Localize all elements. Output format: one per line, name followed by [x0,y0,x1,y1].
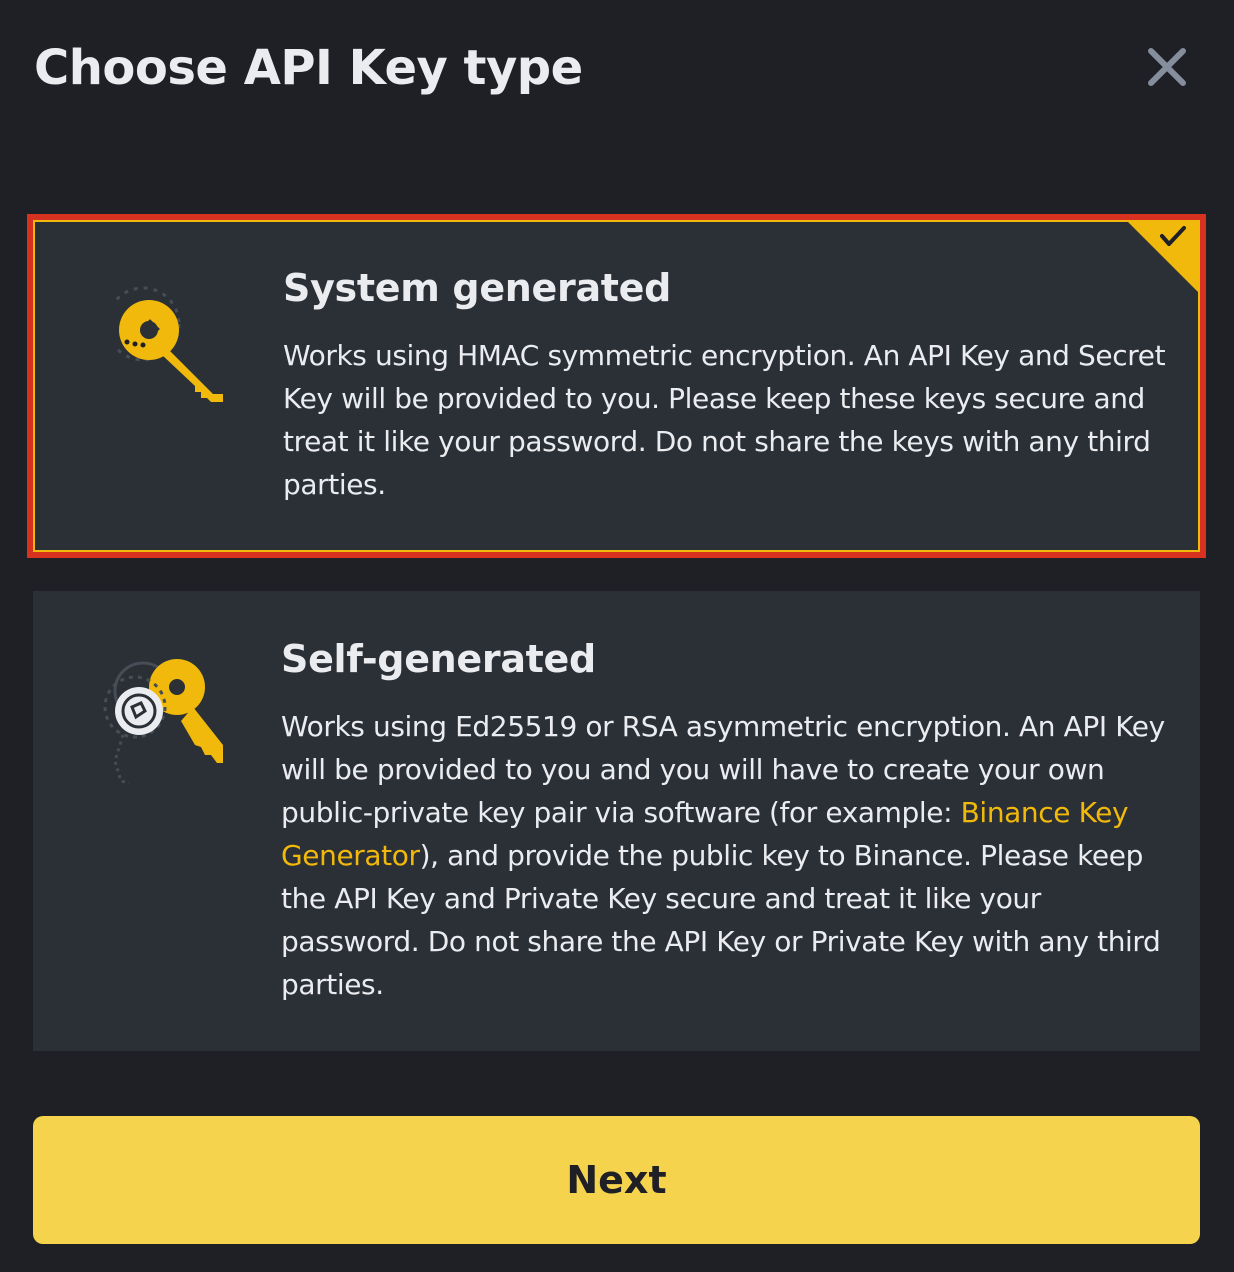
close-button[interactable] [1140,40,1194,94]
close-icon [1148,48,1186,86]
option-title: Self-generated [281,637,596,681]
next-button[interactable]: Next [33,1116,1200,1244]
selected-corner-badge [1128,222,1198,292]
option-description: Works using Ed25519 or RSA asymmetric en… [281,705,1171,1006]
api-key-type-dialog: Choose API Key type System generated Wor… [0,0,1234,1272]
option-description: Works using HMAC symmetric encryption. A… [283,339,1166,501]
golden-key-icon [115,286,223,402]
option-self-generated[interactable]: Self-generated Works using Ed25519 or RS… [33,591,1200,1051]
key-pair-icon [103,659,223,785]
option-system-generated[interactable]: System generated Works using HMAC symmet… [27,214,1206,558]
option-title: System generated [283,266,672,310]
dialog-title: Choose API Key type [34,40,583,96]
